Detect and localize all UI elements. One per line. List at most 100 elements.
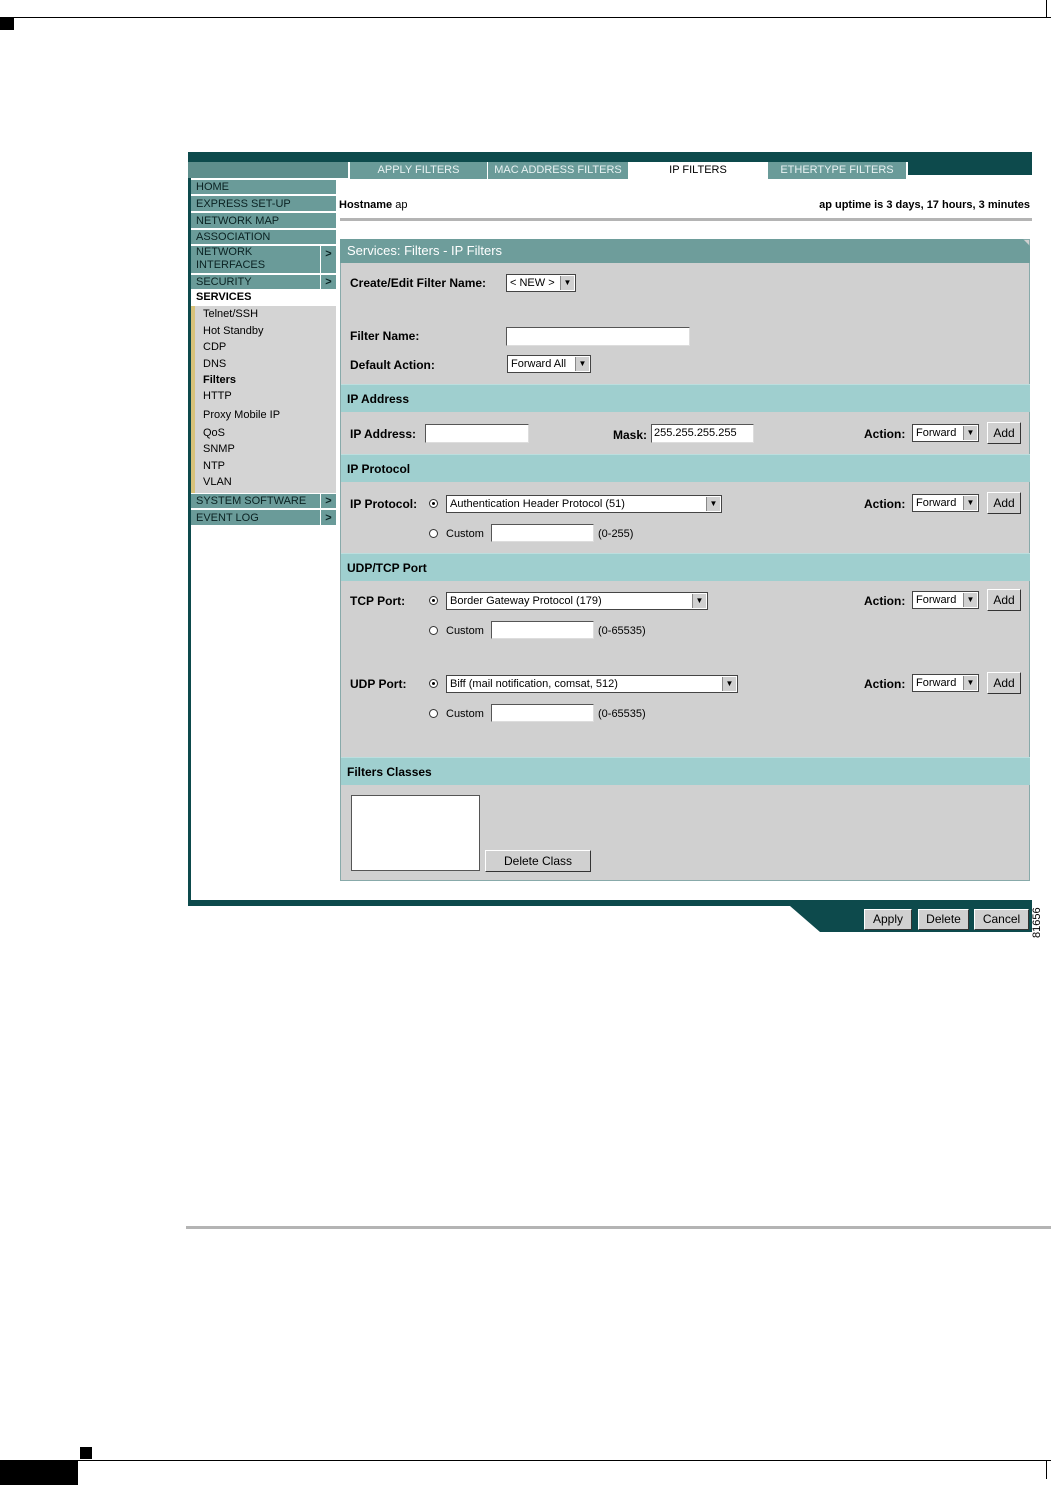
sidebar-item-network-interfaces[interactable]: NETWORK INTERFACES > [191,246,336,274]
protocol-action-label: Action: [864,497,906,511]
protocol-action-select[interactable]: Forward ▼ [912,494,979,512]
tab-ip-filters[interactable]: IP FILTERS [629,162,768,179]
sidebar-item-event-log[interactable]: EVENT LOG > [191,510,336,526]
ip-protocol-custom-radio[interactable] [429,529,438,538]
cancel-button[interactable]: Cancel [974,909,1029,930]
udp-custom-input[interactable] [491,704,594,722]
udp-range-hint: (0-65535) [598,708,646,720]
sidebar-subitem-qos[interactable]: QoS [203,427,225,440]
expand-arrow-icon[interactable]: > [320,275,336,289]
delete-button[interactable]: Delete [918,909,969,930]
chevron-down-icon: ▼ [963,496,977,510]
select-value: Biff (mail notification, comsat, 512) [450,678,618,690]
page-top-rule [0,17,1051,18]
sidebar-subitem-hot-standby[interactable]: Hot Standby [203,325,264,338]
protocol-add-button[interactable]: Add [987,492,1021,514]
udp-port-select[interactable]: Biff (mail notification, comsat, 512) ▼ [446,675,738,693]
tabs-right-fill [908,152,1032,175]
protocol-custom-input[interactable] [491,524,594,542]
ip-add-button[interactable]: Add [987,422,1021,444]
chevron-down-icon: ▼ [963,593,977,607]
filter-name-input[interactable] [506,327,690,346]
expand-arrow-icon[interactable]: > [320,246,336,273]
mask-label: Mask: [613,428,648,442]
sidebar-item-label: HOME [196,181,229,193]
expand-arrow-icon[interactable]: > [320,510,336,525]
sidebar-item-system-software[interactable]: SYSTEM SOFTWARE > [191,494,336,509]
tcp-port-label: TCP Port: [350,594,406,608]
section-udp-tcp-port: UDP/TCP Port [341,553,1030,581]
sidebar-item-label: INTERFACES [196,259,266,271]
sidebar-item-express-setup[interactable]: EXPRESS SET-UP [191,196,336,212]
frame-bottom [188,900,1032,906]
default-action-select[interactable]: Forward All ▼ [507,355,591,373]
udp-port-custom-radio[interactable] [429,709,438,718]
select-value: Forward All [511,358,567,370]
sidebar-item-network-map[interactable]: NETWORK MAP [191,213,336,229]
tcp-add-button[interactable]: Add [987,589,1021,611]
sidebar-item-label: EXPRESS SET-UP [196,198,291,210]
hostname-value: ap [395,199,408,211]
udp-add-button[interactable]: Add [987,672,1021,694]
mask-input[interactable]: 255.255.255.255 [651,424,754,443]
sidebar-subitem-dns[interactable]: DNS [203,358,226,371]
sidebar-subitem-cdp[interactable]: CDP [203,341,226,354]
udp-action-select[interactable]: Forward ▼ [912,674,979,692]
frame-corner [188,162,348,178]
udp-port-preset-radio[interactable] [429,679,438,688]
sidebar-item-association[interactable]: ASSOCIATION [191,230,336,245]
select-value: Border Gateway Protocol (179) [450,595,602,607]
sidebar-item-home[interactable]: HOME [191,180,336,195]
ip-action-label: Action: [864,427,906,441]
page-bottom-rule [0,1460,1051,1461]
sidebar-item-label: SYSTEM SOFTWARE [196,495,307,507]
sidebar-item-security[interactable]: SECURITY > [191,275,336,290]
filter-name-select[interactable]: < NEW > ▼ [506,274,576,292]
ip-protocol-select[interactable]: Authentication Header Protocol (51) ▼ [446,495,722,513]
sidebar-item-services[interactable]: SERVICES [191,290,336,305]
panel-title: Services: Filters - IP Filters [340,239,1030,263]
create-edit-label: Create/Edit Filter Name: [350,276,487,290]
chevron-down-icon: ▼ [963,426,977,440]
tcp-range-hint: (0-65535) [598,625,646,637]
udp-custom-label: Custom [446,708,484,720]
chevron-down-icon: ▼ [722,677,736,691]
sidebar-subitem-filters[interactable]: Filters [203,374,236,387]
sidebar-subitem-snmp[interactable]: SNMP [203,443,235,456]
page-top-tick [1046,0,1047,18]
select-value: Forward [916,427,957,439]
sidebar-subitem-vlan[interactable]: VLAN [203,476,232,489]
sidebar-subitem-telnet-ssh[interactable]: Telnet/SSH [203,308,258,321]
figure-id: 81656 [1031,907,1043,938]
sidebar-subitem-proxy-mobile-ip[interactable]: Proxy Mobile IP [203,409,280,422]
filter-classes-list[interactable] [351,795,480,871]
ip-protocol-label: IP Protocol: [350,497,418,511]
chevron-down-icon: ▼ [692,594,706,608]
sidebar-item-label: NETWORK MAP [196,215,280,227]
chevron-down-icon: ▼ [963,676,977,690]
expand-arrow-icon[interactable]: > [320,494,336,508]
sidebar-subitem-http[interactable]: HTTP [203,390,232,403]
tcp-port-select[interactable]: Border Gateway Protocol (179) ▼ [446,592,708,610]
page-separator [186,1226,1051,1229]
section-ip-address: IP Address [341,384,1030,412]
tab-mac-address-filters[interactable]: MAC ADDRESS FILTERS [488,162,629,179]
section-ip-protocol: IP Protocol [341,454,1030,482]
apply-button[interactable]: Apply [864,909,912,930]
ip-address-input[interactable] [425,424,529,443]
page-bottom-tick [1046,1461,1047,1479]
tcp-custom-input[interactable] [491,621,594,639]
sidebar-item-label: NETWORK [196,246,253,258]
tcp-port-custom-radio[interactable] [429,626,438,635]
protocol-custom-label: Custom [446,528,484,540]
tab-ethertype-filters[interactable]: ETHERTYPE FILTERS [768,162,907,179]
sidebar-subitem-ntp[interactable]: NTP [203,460,225,473]
ip-action-select[interactable]: Forward ▼ [912,424,979,442]
hostname: Hostname ap [339,199,408,211]
frame-top [188,152,1032,162]
tcp-port-preset-radio[interactable] [429,596,438,605]
ip-protocol-preset-radio[interactable] [429,499,438,508]
delete-class-button[interactable]: Delete Class [485,850,591,872]
tab-apply-filters[interactable]: APPLY FILTERS [350,162,488,179]
tcp-action-select[interactable]: Forward ▼ [912,591,979,609]
